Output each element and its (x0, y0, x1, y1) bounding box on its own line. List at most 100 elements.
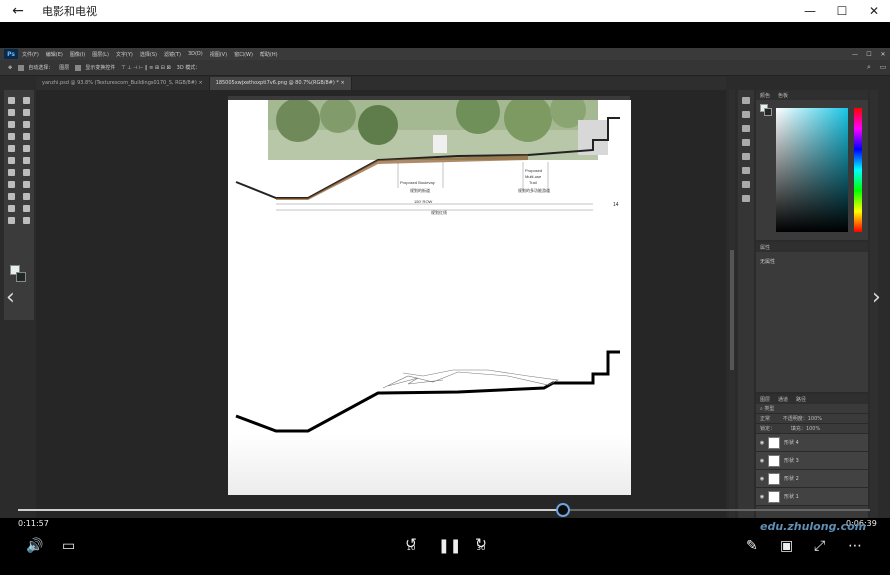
ps-search-icon: ⌕ (867, 63, 871, 71)
ps-menu-image: 图像(I) (69, 51, 86, 58)
character-icon (742, 167, 750, 174)
color-panel: 颜色 色板 (756, 90, 868, 240)
auto-select-checkbox (18, 64, 25, 71)
auto-select-value: 图层 (59, 65, 70, 71)
pause-icon: ❚❚ (438, 538, 462, 554)
previous-arrow-button[interactable]: ‹ (6, 285, 15, 310)
ps-menu-help: 帮助(H) (259, 51, 278, 58)
stamp-tool-icon (8, 144, 15, 152)
maximize-button[interactable]: ☐ (826, 4, 858, 18)
pen-button[interactable]: ✎ (746, 538, 758, 554)
expand-icon: ⤢ (814, 538, 826, 554)
brush-tool-icon (23, 132, 30, 140)
show-transform-checkbox (75, 64, 82, 71)
walkway-label-en: Proposed Boulevay (400, 180, 435, 185)
volume-button[interactable]: 🔊 (26, 538, 43, 554)
title-bar: ← 电影和电视 — ☐ ✕ (0, 0, 890, 22)
ps-close-icon: ✕ (880, 50, 886, 58)
layer-filter-row: ⌕ 类型 (756, 404, 868, 414)
ps-workspace-icon: ▭ (879, 63, 887, 71)
ps-tab-active-document: 185005xwjxethoxpti7v6.png @ 80.7%(RGB/8#… (209, 77, 352, 90)
blur-tool-icon (8, 168, 15, 176)
quick-select-tool-icon (23, 108, 30, 116)
fill-label: 填充： (790, 426, 806, 432)
app-title: 电影和电视 (42, 5, 97, 18)
pause-button[interactable]: ❚❚ (438, 538, 461, 554)
ps-tab-yanzhi: yanzhi.psd @ 93.8% (Texturescom_Building… (36, 77, 210, 90)
document-canvas: Proposed Boulevay 规划的街道 Proposed Multi-u… (228, 100, 631, 495)
properties-panel-tabs: 属性 (756, 242, 868, 252)
move-tool-icon (8, 96, 15, 104)
ps-menu-3d: 3D(D) (187, 51, 203, 57)
fill-value: 100% (805, 425, 821, 432)
mode-3d-label: 3D 模式： (176, 65, 201, 71)
opacity-label: 不透明度： (782, 416, 808, 422)
volume-icon: 🔊 (26, 538, 44, 554)
ps-maximize-icon: ☐ (866, 50, 872, 58)
edit-toolbar-icon (23, 216, 30, 224)
tree-icon (276, 100, 320, 142)
dodge-tool-icon (23, 168, 30, 176)
ps-menu-view: 视图(V) (209, 51, 228, 58)
tab-paths: 路径 (796, 396, 807, 403)
lock-fill-row: 锁定： 填充： 100% (756, 424, 868, 434)
back-arrow-icon[interactable]: ← (0, 3, 36, 19)
skip-forward-button[interactable]: ↻ 30 (470, 537, 492, 554)
layer-name: 形状 2 (784, 476, 799, 482)
ps-options-right: ⌕ ▭ (862, 63, 890, 72)
properties-value: 无属性 (760, 259, 776, 265)
info-icon (742, 111, 750, 118)
path-select-icon (8, 192, 15, 200)
crop-tool-icon (8, 120, 15, 128)
lock-label: 锁定： (760, 426, 776, 432)
trail-label-en-2: Multi-use (525, 174, 542, 179)
layer-thumbnail (768, 490, 780, 503)
clone-source-icon (742, 195, 750, 202)
background-color-swatch (16, 272, 26, 282)
row-label-en: 150' ROW (414, 199, 433, 204)
actions-icon (742, 125, 750, 132)
canvas-scroll-thumb (730, 250, 734, 370)
miniview-icon: ▣ (780, 538, 794, 554)
close-button[interactable]: ✕ (858, 4, 890, 18)
ps-window-controls: — ☐ ✕ (848, 51, 890, 58)
layer-filter-value: 类型 (764, 406, 775, 412)
eye-icon: ◉ (759, 457, 765, 464)
pen-tool-icon (8, 180, 15, 188)
elapsed-time: 0:11:57 (18, 519, 49, 528)
brush-presets-icon (742, 139, 750, 146)
photoshop-logo-icon: Ps (4, 49, 18, 59)
tab-channels: 通道 (778, 396, 789, 403)
ps-minimize-icon: — (852, 50, 858, 58)
lower-ground-line (235, 350, 620, 433)
more-options-button[interactable]: ⋯ (848, 538, 862, 554)
shape-tool-icon (23, 192, 30, 200)
walkway-label-cn: 规划的街道 (410, 187, 430, 193)
pen-icon: ✎ (746, 538, 758, 554)
layer-row: ◉ 形状 2 (756, 470, 868, 488)
zoom-tool-icon (23, 204, 30, 212)
layer-name: 形状 4 (784, 440, 799, 446)
adjustments-icon (742, 153, 750, 160)
subtitles-button[interactable]: ▭ (62, 538, 75, 554)
fullscreen-button[interactable]: ⤢ (814, 538, 825, 554)
progress-bar[interactable] (18, 509, 870, 511)
next-arrow-button[interactable]: › (872, 285, 881, 310)
miniview-button[interactable]: ▣ (780, 538, 793, 554)
skip-back-button[interactable]: ↺ 10 (400, 537, 422, 554)
blend-opacity-row: 正常 不透明度： 100% (756, 414, 868, 424)
ps-panel-icons (738, 90, 754, 518)
auto-select-label: 自动选择： (28, 65, 54, 71)
show-transform-label: 显示变换控件 (85, 65, 116, 71)
trail-label-en-3: Trail (529, 180, 537, 185)
ps-menu-window: 窗口(W) (234, 51, 253, 58)
minimize-button[interactable]: — (794, 4, 826, 18)
ps-menu-layer: 图层(L) (92, 51, 109, 58)
trail-label-cn: 规划的多功能游道 (518, 187, 550, 193)
layer-row: ◉ 形状 1 (756, 488, 868, 506)
video-frame-photoshop: Ps 文件(F) 编辑(E) 图像(I) 图层(L) 文字(Y) 选择(S) 滤… (0, 48, 890, 518)
eraser-tool-icon (8, 156, 15, 164)
tab-swatches: 色板 (778, 92, 789, 99)
ps-menu-bar: Ps 文件(F) 编辑(E) 图像(I) 图层(L) 文字(Y) 选择(S) 滤… (0, 48, 890, 60)
properties-panel: 属性 无属性 (756, 242, 868, 392)
